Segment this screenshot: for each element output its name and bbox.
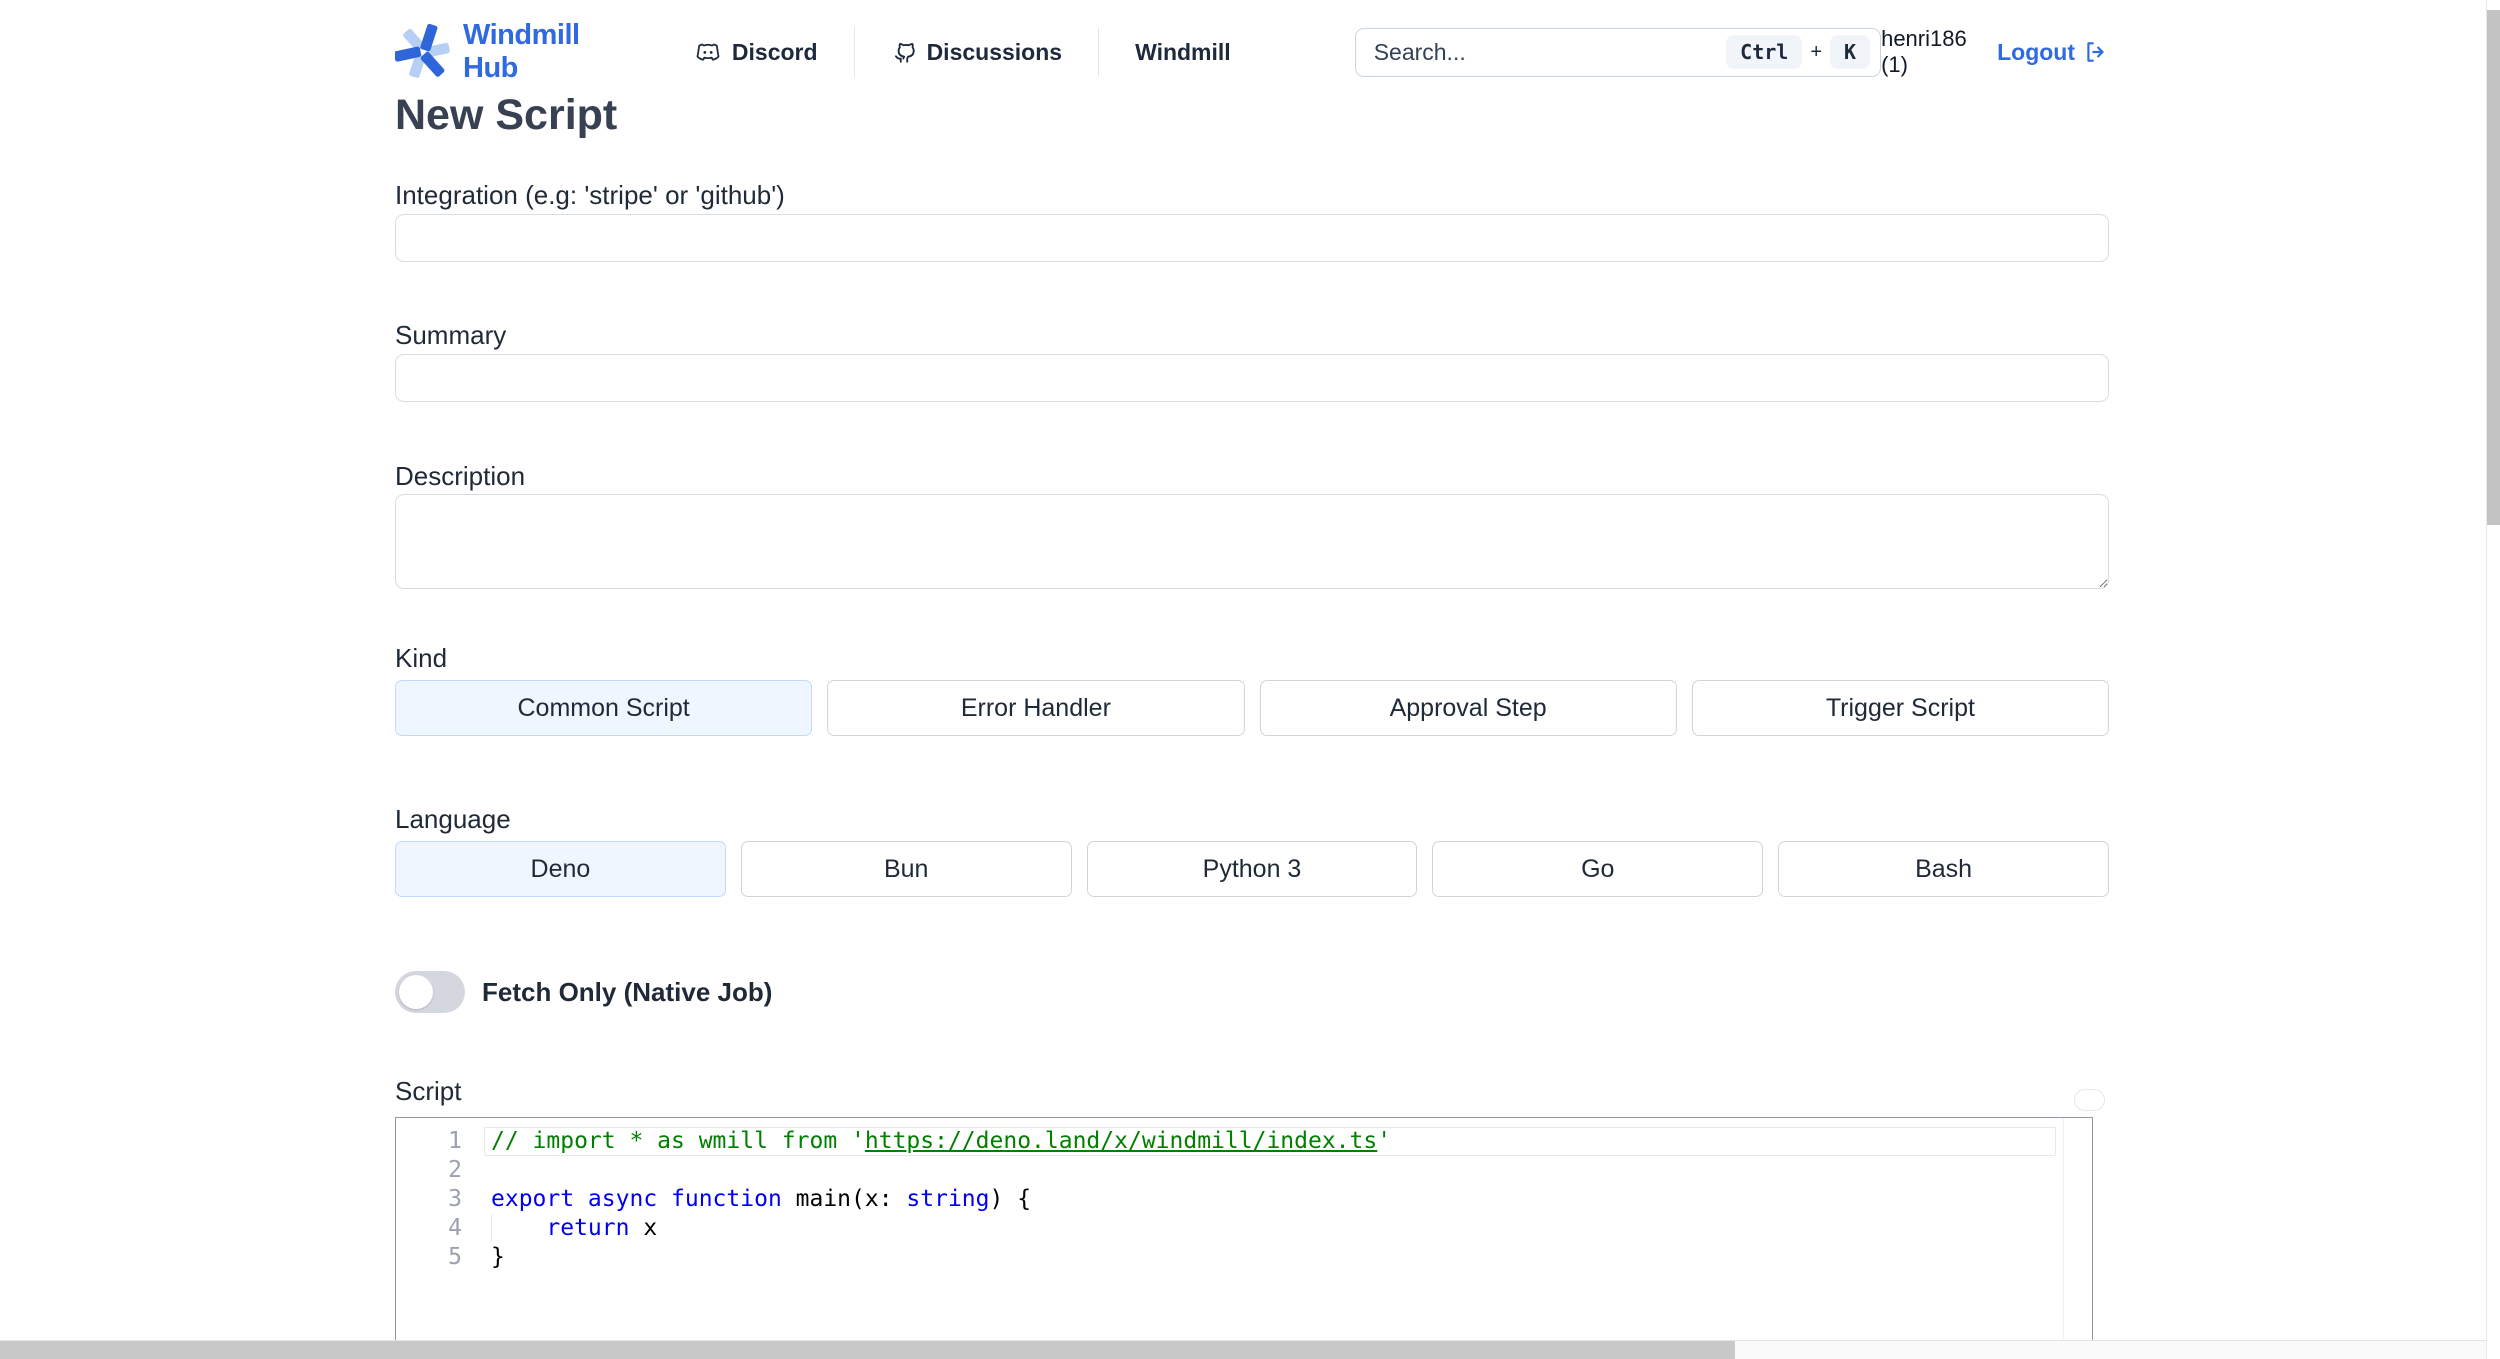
kind-option-approval-step[interactable]: Approval Step [1259,680,1677,736]
shortcut-ctrl-key: Ctrl [1726,35,1803,69]
summary-label: Summary [395,320,507,350]
vertical-scrollbar-thumb[interactable] [2487,10,2500,525]
integration-input[interactable] [395,214,2109,262]
language-label: Language [395,804,511,834]
description-label: Description [395,461,526,491]
username: henri186 (1) [1881,26,1967,77]
code-line: // import * as wmill from 'https://deno.… [484,1127,2056,1156]
code-token-comment: // import * as wmill from ' [491,1128,865,1154]
nav-item-label: Discussions [926,38,1063,65]
windmill-logo-icon [395,22,451,82]
language-option-python-3[interactable]: Python 3 [1086,841,1418,897]
code-token-keyword: export async function [491,1186,796,1212]
nav-item-label: Discord [731,38,818,65]
code-token-plain: } [491,1244,505,1270]
editor-line[interactable]: 5} [396,1243,2092,1272]
github-icon [891,39,917,65]
toggle-knob [399,975,433,1009]
integration-label: Integration (e.g: 'stripe' or 'github') [395,180,785,210]
description-textarea[interactable] [395,494,2109,589]
summary-input[interactable] [395,354,2109,402]
kind-option-common-script[interactable]: Common Script [395,680,813,736]
line-number: 5 [448,1244,462,1270]
code-token-plain: ) { [989,1186,1032,1212]
language-option-go[interactable]: Go [1432,841,1764,897]
code-editor[interactable]: 1 // import * as wmill from 'https://deno… [395,1117,2093,1359]
fetch-only-row: Fetch Only (Native Job) [395,971,2109,1013]
editor-scrollbar-strip[interactable] [2063,1118,2092,1359]
code-token-plain: main(x: [795,1186,907,1212]
kind-option-error-handler[interactable]: Error Handler [827,680,1245,736]
fetch-only-toggle[interactable] [395,971,465,1013]
page: Windmill Hub Discord Discussions Windmil… [0,0,2486,1359]
header: Windmill Hub Discord Discussions Windmil… [395,0,2109,84]
nav-item-label: Windmill [1135,38,1231,65]
editor-line[interactable]: 2 [396,1156,2092,1185]
discord-icon [694,38,722,66]
language-options: Deno Bun Python 3 Go Bash [395,841,2109,897]
editor-line[interactable]: 1 // import * as wmill from 'https://deno… [396,1127,2092,1156]
code-token-comment: ' [1377,1128,1392,1154]
search-box[interactable]: Ctrl + K [1354,27,1882,77]
page-title: New Script [395,91,618,139]
shortcut-plus: + [1810,40,1823,63]
logout-label: Logout [1997,38,2075,65]
header-nav: Discord Discussions Windmill [694,27,1267,77]
script-label: Script [395,1076,462,1106]
logout-link[interactable]: Logout [1997,39,2109,66]
line-number: 2 [448,1157,462,1183]
code-line: } [484,1243,2056,1272]
language-option-bash[interactable]: Bash [1778,841,2109,897]
user-area: henri186 (1) Logout [1881,26,2109,78]
line-number: 1 [448,1128,462,1154]
nav-item-discord[interactable]: Discord [694,38,854,66]
horizontal-scrollbar-thumb[interactable] [0,1341,1735,1359]
fetch-only-label: Fetch Only (Native Job) [482,976,773,1007]
editor-lines: 1 // import * as wmill from 'https://deno… [396,1127,2092,1272]
code-token-keyword: return [546,1215,630,1241]
search-input[interactable] [1373,38,1727,66]
code-token-comment-link: https://deno.land/x/windmill/index.ts [864,1128,1378,1154]
nav-item-discussions[interactable]: Discussions [855,39,1099,66]
language-option-bun[interactable]: Bun [740,841,1072,897]
code-token-plain: x [629,1215,658,1241]
nav-item-windmill[interactable]: Windmill [1099,39,1267,66]
shortcut-k-key: K [1830,35,1871,69]
kind-label: Kind [395,643,448,673]
editor-line[interactable]: 3 export async function main(x: string) { [396,1185,2092,1214]
code-line: export async function main(x: string) { [484,1185,2056,1214]
language-option-deno[interactable]: Deno [395,841,726,897]
code-line: return x [484,1214,2056,1243]
vertical-scrollbar[interactable] [2486,0,2500,1359]
line-number: 4 [448,1215,462,1241]
line-number: 3 [448,1186,462,1212]
horizontal-scrollbar[interactable] [0,1340,2486,1359]
editor-corner-pill[interactable] [2074,1089,2105,1111]
logo-text: Windmill Hub [463,19,580,84]
windmill-hub-logo[interactable]: Windmill Hub [395,19,618,85]
editor-line[interactable]: 4 return x [396,1214,2092,1243]
code-token-indent [491,1215,546,1241]
logout-icon [2083,39,2109,65]
code-token-keyword: string [906,1186,990,1212]
kind-options: Common Script Error Handler Approval Step T… [395,680,2109,736]
kind-option-trigger-script[interactable]: Trigger Script [1691,680,2109,736]
